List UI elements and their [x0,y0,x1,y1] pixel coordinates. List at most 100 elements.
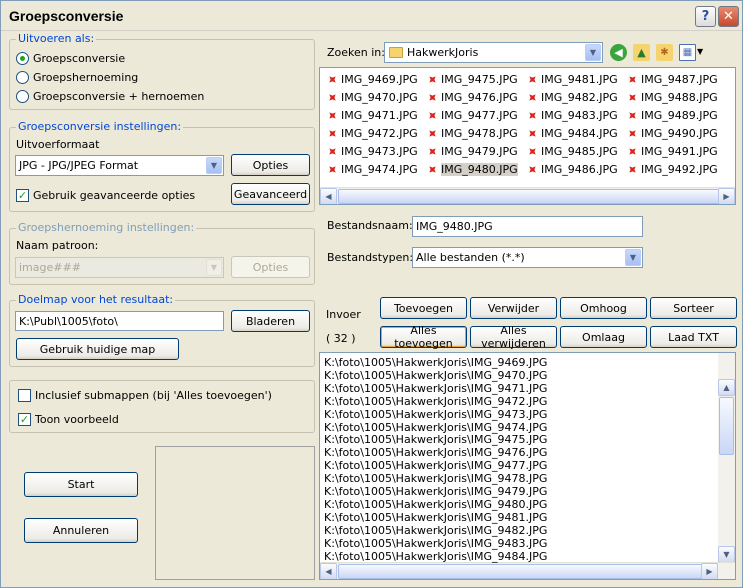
scroll-down-icon[interactable]: ▼ [718,546,735,563]
help-button[interactable]: ? [695,6,716,27]
move-up-button[interactable]: Omhoog [560,297,647,319]
add-button[interactable]: Toevoegen [380,297,467,319]
file-name: IMG_9475.JPG [441,73,518,86]
list-item[interactable]: K:\foto\1005\HakwerkJoris\IMG_9473.JPG [324,408,547,421]
file-item[interactable]: IMG_9484.JPG [526,126,618,141]
file-item[interactable]: IMG_9469.JPG [326,72,418,87]
output-format-select[interactable]: JPG - JPG/JPEG Format ▼ [15,155,224,176]
move-down-button[interactable]: Omlaag [560,326,647,348]
conversion-options-button[interactable]: Opties [231,154,310,176]
radio-batch-conversion[interactable] [16,52,29,65]
scroll-thumb[interactable] [338,189,720,204]
radio-batch-rename[interactable] [16,71,29,84]
scroll-thumb[interactable] [338,564,712,579]
list-item[interactable]: K:\foto\1005\HakwerkJoris\IMG_9483.JPG [324,537,547,550]
file-item[interactable]: IMG_9485.JPG [526,144,618,159]
chevron-down-icon[interactable]: ▼ [625,249,641,266]
include-subfolders-checkbox[interactable] [18,389,31,402]
start-button[interactable]: Start [24,472,138,497]
scroll-right-icon[interactable]: ▶ [718,188,735,204]
use-current-folder-button[interactable]: Gebruik huidige map [16,338,179,360]
scroll-thumb[interactable] [719,397,734,455]
include-subfolders-label[interactable]: Inclusief submappen (bij 'Alles toevoege… [35,389,272,402]
list-item[interactable]: K:\foto\1005\HakwerkJoris\IMG_9470.JPG [324,369,547,382]
list-item[interactable]: K:\foto\1005\HakwerkJoris\IMG_9479.JPG [324,485,547,498]
radio-convert-and-rename-label[interactable]: Groepsconversie + hernoemen [33,90,204,103]
add-all-button[interactable]: Alles toevoegen [380,324,467,350]
radio-batch-rename-label[interactable]: Groepshernoeming [33,71,138,84]
file-item[interactable]: IMG_9486.JPG [526,162,618,177]
input-list-vscrollbar[interactable]: ▲ ▼ [718,353,735,564]
file-browser-list[interactable]: ◀ ▶ IMG_9469.JPG IMG_9470.JPG IMG_9471.JPG… [319,67,736,205]
file-item[interactable]: IMG_9487.JPG [626,72,718,87]
remove-all-button[interactable]: Alles verwijderen [470,324,557,350]
close-button[interactable]: ✕ [718,6,739,27]
file-item[interactable]: IMG_9478.JPG [426,126,518,141]
list-item[interactable]: K:\foto\1005\HakwerkJoris\IMG_9475.JPG [324,433,547,446]
file-item[interactable]: IMG_9477.JPG [426,108,518,123]
file-item[interactable]: IMG_9476.JPG [426,90,518,105]
load-txt-button[interactable]: Laad TXT [650,326,737,348]
list-item[interactable]: K:\foto\1005\HakwerkJoris\IMG_9471.JPG [324,382,547,395]
file-item[interactable]: IMG_9479.JPG [426,144,518,159]
file-item[interactable]: IMG_9492.JPG [626,162,718,177]
show-preview-checkbox[interactable]: ✓ [18,413,31,426]
advanced-button[interactable]: Geavanceerd [231,183,310,205]
cancel-button[interactable]: Annuleren [24,518,138,543]
rename-options-button[interactable]: Opties [231,256,310,278]
file-browser-hscrollbar[interactable]: ◀ ▶ [320,187,735,204]
file-item[interactable]: IMG_9489.JPG [626,108,718,123]
view-menu-icon[interactable]: ▦ [679,44,696,61]
list-item[interactable]: K:\foto\1005\HakwerkJoris\IMG_9477.JPG [324,459,547,472]
list-item[interactable]: K:\foto\1005\HakwerkJoris\IMG_9481.JPG [324,511,547,524]
input-file-list[interactable]: ▲ ▼ ◀ ▶ K:\foto\1005\HakwerkJoris\IMG_94… [319,352,736,580]
scroll-up-icon[interactable]: ▲ [718,379,735,396]
list-item[interactable]: K:\foto\1005\HakwerkJoris\IMG_9478.JPG [324,472,547,485]
file-item[interactable]: IMG_9488.JPG [626,90,718,105]
input-list-hscrollbar[interactable]: ◀ ▶ [320,562,735,579]
scroll-right-icon[interactable]: ▶ [701,563,718,579]
file-item[interactable]: IMG_9481.JPG [526,72,618,87]
chevron-down-icon[interactable]: ▼ [585,44,601,61]
advanced-options-checkbox[interactable]: ✓ [16,189,29,202]
chevron-down-icon[interactable]: ▼ [206,259,222,276]
browse-button[interactable]: Bladeren [231,310,310,332]
view-menu-chevron-icon[interactable]: ▼ [697,47,703,56]
list-item[interactable]: K:\foto\1005\HakwerkJoris\IMG_9469.JPG [324,356,547,369]
folder-select[interactable]: HakwerkJoris ▼ [384,42,603,63]
filetype-select[interactable]: Alle bestanden (*.*) ▼ [412,247,643,268]
file-item[interactable]: IMG_9473.JPG [326,144,418,159]
scroll-left-icon[interactable]: ◀ [320,188,337,204]
list-item[interactable]: K:\foto\1005\HakwerkJoris\IMG_9472.JPG [324,395,547,408]
title-bar[interactable]: Groepsconversie ? ✕ [1,1,742,31]
file-item[interactable]: IMG_9472.JPG [326,126,418,141]
filename-input[interactable]: IMG_9480.JPG [412,216,643,237]
file-item[interactable]: IMG_9491.JPG [626,144,718,159]
chevron-down-icon[interactable]: ▼ [206,157,222,174]
scroll-left-icon[interactable]: ◀ [320,563,337,579]
list-item[interactable]: K:\foto\1005\HakwerkJoris\IMG_9482.JPG [324,524,547,537]
list-item[interactable]: K:\foto\1005\HakwerkJoris\IMG_9474.JPG [324,421,547,434]
back-icon[interactable]: ◀ [610,44,627,61]
list-item[interactable]: K:\foto\1005\HakwerkJoris\IMG_9480.JPG [324,498,547,511]
file-item[interactable]: IMG_9482.JPG [526,90,618,105]
file-item[interactable]: IMG_9480.JPG [426,162,518,177]
advanced-options-label[interactable]: Gebruik geavanceerde opties [33,189,195,202]
remove-button[interactable]: Verwijder [470,297,557,319]
folder-up-icon[interactable]: ▲ [633,44,650,61]
radio-convert-and-rename[interactable] [16,90,29,103]
file-item[interactable]: IMG_9475.JPG [426,72,518,87]
file-item[interactable]: IMG_9474.JPG [326,162,418,177]
name-pattern-input[interactable]: image### ▼ [15,257,224,278]
list-item[interactable]: K:\foto\1005\HakwerkJoris\IMG_9476.JPG [324,446,547,459]
radio-batch-conversion-label[interactable]: Groepsconversie [33,52,125,65]
list-item[interactable]: K:\foto\1005\HakwerkJoris\IMG_9484.JPG [324,550,547,563]
show-preview-label[interactable]: Toon voorbeeld [35,413,119,426]
sort-button[interactable]: Sorteer [650,297,737,319]
target-folder-input[interactable]: K:\Publ\1005\foto\ [15,311,224,331]
file-item[interactable]: IMG_9483.JPG [526,108,618,123]
file-item[interactable]: IMG_9471.JPG [326,108,418,123]
file-item[interactable]: IMG_9470.JPG [326,90,418,105]
new-folder-icon[interactable]: ✱ [656,44,673,61]
file-item[interactable]: IMG_9490.JPG [626,126,718,141]
